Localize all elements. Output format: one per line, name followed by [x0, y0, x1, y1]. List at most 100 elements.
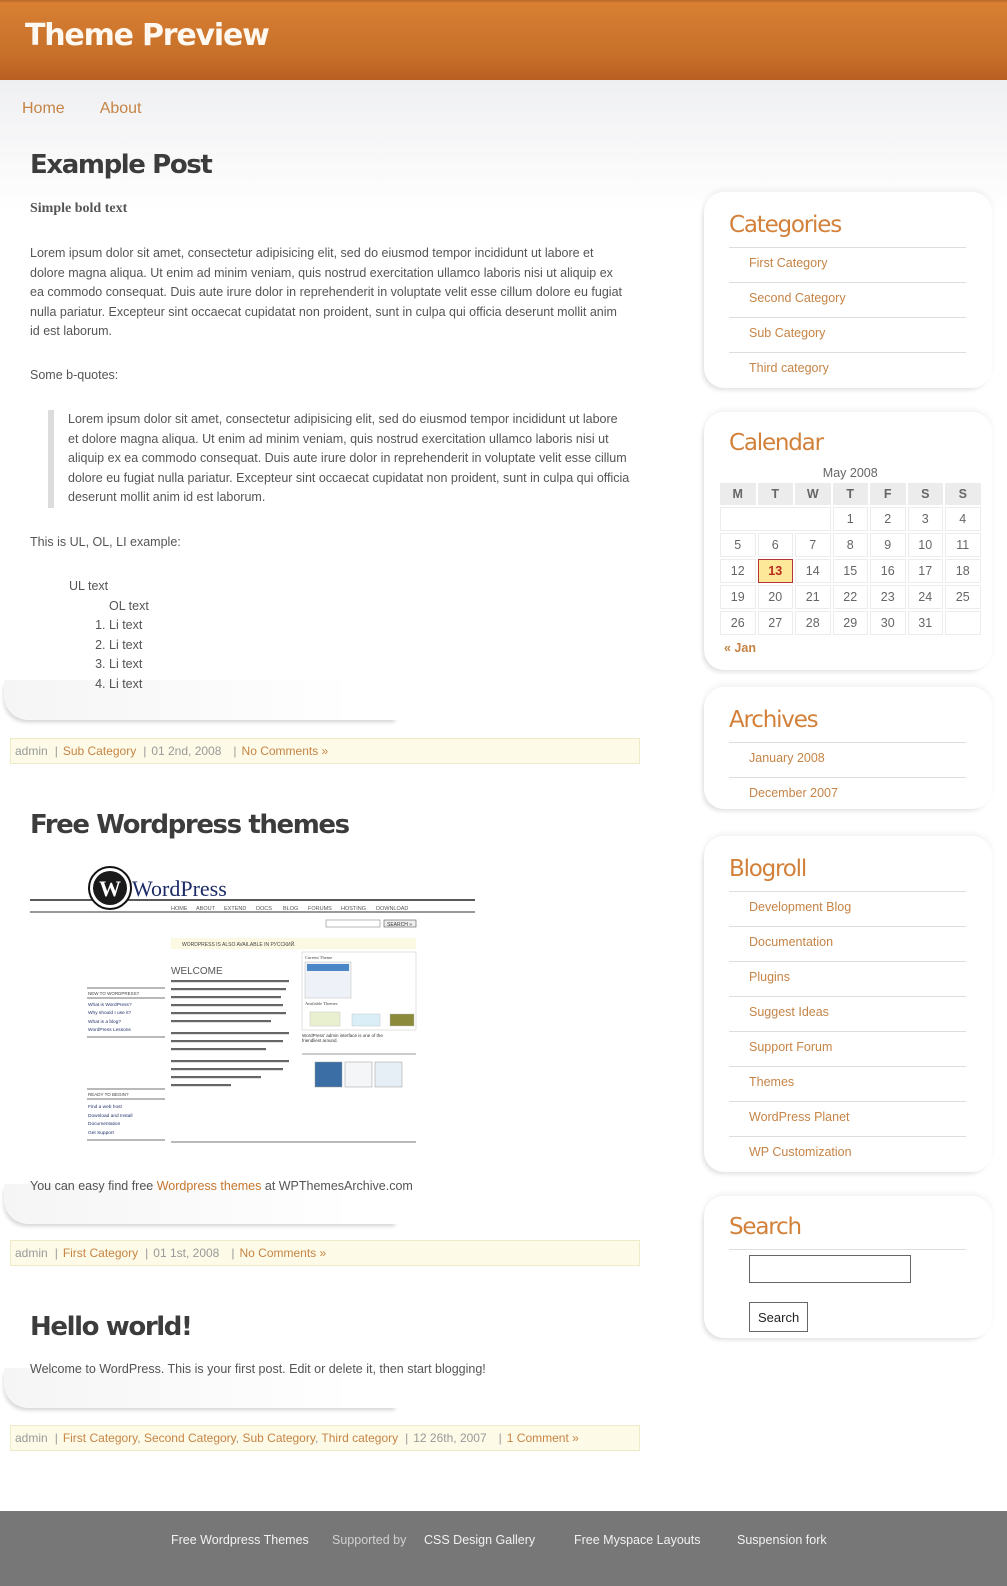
calendar-day: 4: [945, 507, 981, 531]
footer-link[interactable]: Free Wordpress Themes: [171, 1533, 309, 1547]
svg-text:Current Theme: Current Theme: [305, 955, 332, 960]
post-title[interactable]: Example Post: [30, 150, 213, 180]
category-link[interactable]: First Category: [749, 256, 828, 270]
blogroll-item: Documentation: [729, 926, 966, 961]
svg-text:WELCOME: WELCOME: [171, 966, 223, 977]
svg-text:HOME: HOME: [171, 906, 188, 912]
blogroll-link[interactable]: WordPress Planet: [749, 1110, 850, 1124]
categories-list: First Category Second Category Sub Categ…: [729, 247, 966, 387]
ol-text: OL text: [109, 598, 149, 613]
calendar-day: 10: [907, 533, 943, 557]
calendar-caption: May 2008: [822, 466, 878, 480]
post-category-link[interactable]: Sub Category: [242, 1431, 315, 1445]
svg-text:WordPress Lessons: WordPress Lessons: [88, 1027, 131, 1033]
post-title[interactable]: Free Wordpress themes: [30, 810, 350, 840]
blogroll-link[interactable]: Support Forum: [749, 1040, 832, 1054]
nav-about-link[interactable]: About: [100, 100, 142, 118]
post-title[interactable]: Hello world!: [30, 1312, 193, 1342]
blogroll-list: Development Blog Documentation Plugins S…: [729, 891, 966, 1171]
nav-home-link[interactable]: Home: [22, 100, 65, 118]
site-title[interactable]: Theme Preview: [25, 18, 270, 53]
calendar-day: 15: [832, 559, 868, 583]
post-category-link[interactable]: First Category: [63, 1246, 138, 1260]
archive-link[interactable]: January 2008: [749, 751, 825, 765]
svg-text:Download and Install: Download and Install: [88, 1113, 133, 1119]
blogroll-link[interactable]: Development Blog: [749, 900, 851, 914]
blogroll-link[interactable]: Documentation: [749, 935, 833, 949]
calendar-day: 7: [795, 533, 831, 557]
calendar-day: 6: [757, 533, 793, 557]
category-link[interactable]: Third category: [749, 361, 829, 375]
blockquote: Lorem ipsum dolor sit amet, consectetur …: [48, 410, 630, 508]
blogroll-item: Suggest Ideas: [729, 996, 966, 1031]
svg-text:WORDPRESS IS ALSO AVAILABLE IN: WORDPRESS IS ALSO AVAILABLE IN РУССКИЙ.: [182, 940, 296, 948]
calendar-week: 1234: [720, 507, 981, 531]
post-meta: admin | Sub Category | 01 2nd, 2008 | No Comme…: [10, 738, 640, 764]
archive-item: December 2007: [729, 777, 966, 812]
blogroll-item: Support Forum: [729, 1031, 966, 1066]
svg-text:What is WordPress?: What is WordPress?: [88, 1002, 132, 1008]
footer-link[interactable]: Suspension fork: [737, 1533, 827, 1547]
category-link[interactable]: Sub Category: [749, 326, 825, 340]
post-comments-link[interactable]: No Comments »: [239, 1246, 326, 1260]
post-comments-link[interactable]: No Comments »: [242, 744, 329, 758]
post-category-link[interactable]: Second Category: [144, 1431, 236, 1445]
post-box-shadow: [4, 680, 399, 720]
calendar-pad: [945, 611, 981, 635]
blogroll-link[interactable]: Suggest Ideas: [749, 1005, 829, 1019]
svg-text:DOWNLOAD: DOWNLOAD: [376, 906, 408, 912]
calendar-day: 5: [720, 533, 756, 557]
category-item: First Category: [729, 247, 966, 282]
calendar-day: 12: [720, 559, 756, 583]
category-item: Second Category: [729, 282, 966, 317]
widget-search: Search Search: [704, 1196, 992, 1338]
calendar-day: 18: [945, 559, 981, 583]
widget-title: Blogroll: [729, 856, 807, 882]
post-date: 01 2nd, 2008: [151, 744, 222, 758]
blogroll-item: Development Blog: [729, 891, 966, 926]
search-button[interactable]: Search: [749, 1302, 809, 1332]
wordpress-screenshot-graphic: W WordPress HOME ABOUT EXTEND DOCS BLOG …: [30, 866, 475, 1143]
calendar-weekday: M: [720, 483, 756, 505]
post-comments-link[interactable]: 1 Comment »: [507, 1431, 579, 1445]
wordpress-wordmark: WordPress: [132, 876, 227, 901]
calendar-day: 16: [870, 559, 906, 583]
post-category-link[interactable]: Sub Category: [63, 744, 136, 758]
calendar-weekday: S: [945, 483, 981, 505]
svg-text:What is a blog?: What is a blog?: [88, 1019, 121, 1025]
main-nav: Home About: [22, 100, 142, 118]
category-link[interactable]: Second Category: [749, 291, 846, 305]
post-category-link[interactable]: First Category: [63, 1431, 137, 1445]
blogroll-item: WP Customization: [729, 1136, 966, 1171]
search-input[interactable]: [749, 1255, 911, 1283]
widget-title: Search: [729, 1214, 802, 1240]
blogroll-item: Plugins: [729, 961, 966, 996]
widget-calendar: Calendar May 2008 MTWTFSS 1 2 3 4 5 6 7 8 9 10 11 1…: [704, 412, 992, 670]
nav-band: [0, 80, 1007, 210]
post-author: admin: [15, 1431, 48, 1445]
svg-text:ABOUT: ABOUT: [196, 906, 216, 912]
widget-archives: Archives January 2008 December 2007: [704, 687, 992, 809]
footer-link[interactable]: CSS Design Gallery: [424, 1533, 535, 1547]
post-category-link[interactable]: Third category: [321, 1431, 398, 1445]
calendar-day: 21: [795, 585, 831, 609]
archive-link[interactable]: December 2007: [749, 786, 838, 800]
blogroll-link[interactable]: Plugins: [749, 970, 790, 984]
calendar-day: 31: [907, 611, 943, 635]
widget-blogroll: Blogroll Development Blog Documentation …: [704, 836, 992, 1172]
list-intro: This is UL, OL, LI example:: [30, 535, 181, 549]
calendar-week: 26 27 28 29 30 31: [720, 611, 981, 635]
footer-link[interactable]: Free Myspace Layouts: [574, 1533, 700, 1547]
post-meta: admin | First Category | 01 1st, 2008 | No Com…: [10, 1240, 640, 1266]
calendar-day: 9: [870, 533, 906, 557]
widget-title: Archives: [729, 707, 819, 733]
list-example: UL text OL text Li text Li text Li text …: [69, 577, 149, 694]
svg-text:Documentation: Documentation: [88, 1121, 121, 1127]
blogroll-link[interactable]: WP Customization: [749, 1145, 852, 1159]
blogroll-link[interactable]: Themes: [749, 1075, 794, 1089]
wordpress-screenshot-image: W WordPress HOME ABOUT EXTEND DOCS BLOG …: [30, 866, 475, 1146]
calendar-weekday: W: [795, 483, 831, 505]
calendar-weekday: F: [870, 483, 906, 505]
calendar-day: 17: [907, 559, 943, 583]
calendar-prev-link[interactable]: « Jan: [724, 641, 756, 655]
